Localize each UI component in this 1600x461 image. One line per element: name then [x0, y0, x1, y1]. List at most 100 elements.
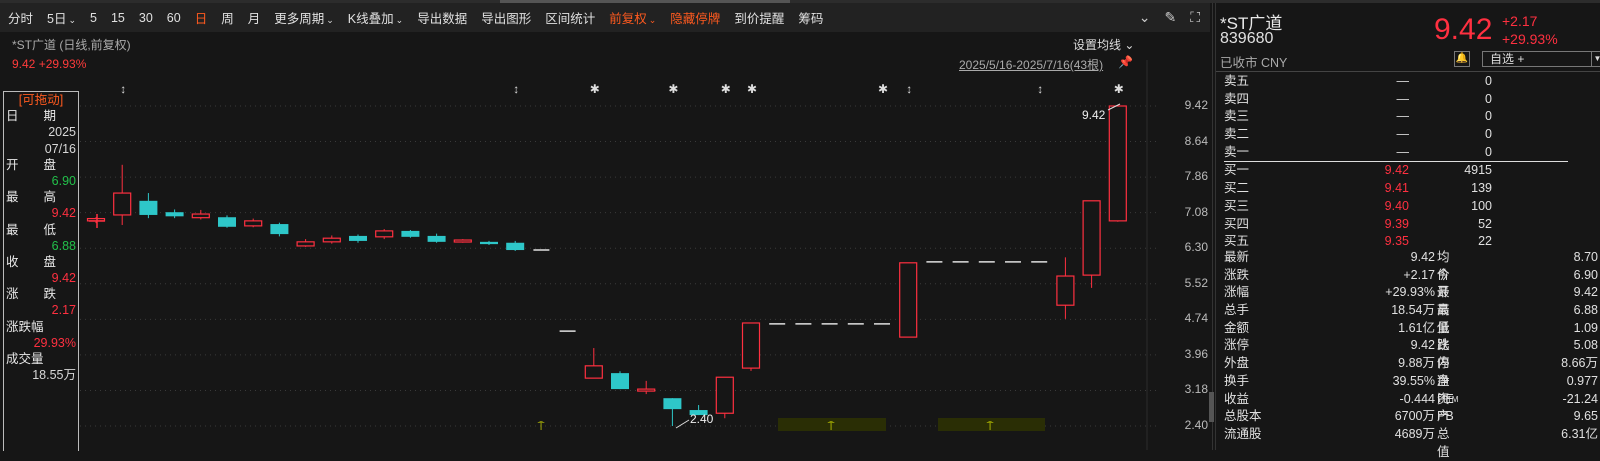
level-qty: 139: [1471, 181, 1492, 196]
candle-body: [427, 235, 446, 242]
candle-body: [611, 373, 629, 390]
arrows-event-icon[interactable]: ↕: [906, 82, 912, 96]
candle-body: [191, 213, 210, 219]
event-flag-icon[interactable]: ⍑: [538, 421, 545, 433]
candle[interactable]: [637, 380, 656, 395]
star-event-icon[interactable]: ✱: [878, 82, 888, 96]
candle[interactable]: [1056, 257, 1075, 319]
level-label: 卖四: [1224, 91, 1250, 106]
candle-body: [165, 212, 184, 217]
candle[interactable]: [427, 233, 446, 243]
set-ma-button[interactable]: 设置均线 ⌄: [1073, 36, 1134, 53]
ask-row: 卖一 — 0: [1224, 144, 1564, 162]
level-qty: 52: [1478, 216, 1492, 231]
stock-code: 839680: [1220, 30, 1274, 47]
star-event-icon[interactable]: ✱: [721, 82, 731, 96]
y-tick-label: 9.42: [1184, 98, 1208, 112]
level-qty: 4915: [1464, 163, 1492, 178]
arrows-event-icon[interactable]: ↕: [120, 82, 126, 96]
stat-key: 最新: [1224, 250, 1250, 264]
stat-value: -0.444: [1399, 391, 1435, 406]
level-qty: 0: [1485, 91, 1492, 106]
candle[interactable]: [453, 239, 472, 243]
y-tick-label: 2.40: [1184, 418, 1208, 432]
candle[interactable]: [139, 193, 158, 219]
panel-scrollbar[interactable]: [1209, 392, 1214, 422]
level-label: 买四: [1224, 216, 1250, 231]
level-label: 买一: [1224, 163, 1250, 178]
crosshair-info-box[interactable]: [可拖动] 日 期 2025 07/16 开 盘 6.90 最 高 9.42 最 低 6.88 收 …: [3, 91, 79, 451]
arrows-event-icon[interactable]: ↕: [513, 82, 519, 96]
chart-price-line: 9.42 +29.93%: [12, 57, 87, 71]
candle[interactable]: [191, 209, 210, 220]
add-watchlist-button[interactable]: 自选 + ▼: [1482, 51, 1600, 67]
candle-body: [506, 242, 525, 251]
bell-icon[interactable]: 🔔: [1454, 51, 1470, 67]
stat-key-text: PE: [1437, 391, 1454, 406]
candle[interactable]: [113, 164, 132, 225]
date-range-link[interactable]: 2025/5/16-2025/7/16(43根): [959, 56, 1103, 73]
change-abs: +2.17: [1502, 13, 1538, 29]
level-qty: 100: [1471, 198, 1492, 213]
watchlist-label: 自选 +: [1490, 52, 1525, 66]
bid-row: 买二 9.41 139: [1224, 180, 1564, 198]
y-tick-label: 7.08: [1184, 204, 1208, 219]
ask-row: 卖五 — 0: [1224, 73, 1564, 91]
candle[interactable]: [296, 239, 315, 247]
stat-value: 9.65: [1573, 409, 1598, 424]
bid-row: 买一 9.42 4915: [1224, 162, 1564, 180]
stat-value: 8.66万: [1561, 356, 1598, 371]
pin-icon[interactable]: 📌: [1118, 55, 1133, 69]
info-value: 2.17: [51, 303, 76, 318]
stat-value: 0.977: [1566, 373, 1598, 388]
candle[interactable]: [401, 229, 420, 238]
level-qty: 0: [1485, 74, 1492, 88]
candle-body: [480, 241, 498, 245]
candle[interactable]: [270, 222, 289, 237]
event-flag-icon[interactable]: ⍑: [987, 421, 994, 433]
candle[interactable]: [375, 229, 394, 240]
candle-body: [715, 376, 734, 414]
candle[interactable]: [244, 218, 263, 228]
y-tick-label: 4.74: [1184, 311, 1208, 326]
candle[interactable]: [506, 240, 525, 251]
stat-value: 9.88万: [1398, 356, 1435, 371]
candle[interactable]: [584, 348, 603, 379]
arrows-event-icon[interactable]: ↕: [1037, 82, 1043, 96]
y-tick-label: 6.30: [1184, 240, 1208, 255]
star-event-icon[interactable]: ✱: [747, 82, 757, 96]
candle-body: [401, 230, 420, 237]
level-price: 9.40: [1384, 198, 1409, 213]
candle[interactable]: [165, 209, 184, 219]
candle[interactable]: [1082, 200, 1101, 288]
info-value: 6.90: [51, 173, 76, 188]
stat-row: 涨停 9.42 跌停 5.08: [1224, 337, 1600, 370]
level-label: 买三: [1224, 198, 1250, 213]
candle[interactable]: [349, 234, 367, 243]
candle[interactable]: [899, 262, 918, 338]
info-value: 9.42: [51, 271, 76, 286]
caret-down-icon[interactable]: ▼: [1591, 52, 1600, 66]
order-book: 卖五 —0 卖四 —0 卖三 —0 卖二 —0 卖一 —0 买一 9.42 4915 买二 9.41 139 买…: [1224, 73, 1568, 251]
stat-row: 总股本 6700万 PB 9.65: [1224, 408, 1600, 426]
stat-value: 39.55%: [1392, 373, 1435, 388]
y-tick-label: 8.64: [1184, 133, 1208, 148]
star-event-icon[interactable]: ✱: [590, 82, 600, 96]
candle[interactable]: [86, 217, 106, 224]
info-key: 涨跌幅: [6, 319, 44, 334]
candle[interactable]: [218, 215, 236, 228]
candle[interactable]: [611, 371, 629, 390]
candle[interactable]: [663, 398, 682, 426]
candle[interactable]: [322, 235, 341, 244]
candle[interactable]: [715, 376, 734, 419]
candle[interactable]: [1108, 105, 1127, 222]
stat-key: 外盘: [1224, 356, 1250, 371]
level-price: —: [1396, 109, 1410, 124]
stat-row: 涨幅 +29.93% 最高 9.42: [1224, 284, 1600, 317]
star-event-icon[interactable]: ✱: [668, 82, 678, 96]
candle[interactable]: [741, 322, 761, 371]
candle[interactable]: [480, 240, 498, 246]
event-flag-icon[interactable]: ⍑: [828, 421, 835, 433]
star-event-icon[interactable]: ✱: [1114, 82, 1124, 96]
divider: [1216, 71, 1600, 72]
